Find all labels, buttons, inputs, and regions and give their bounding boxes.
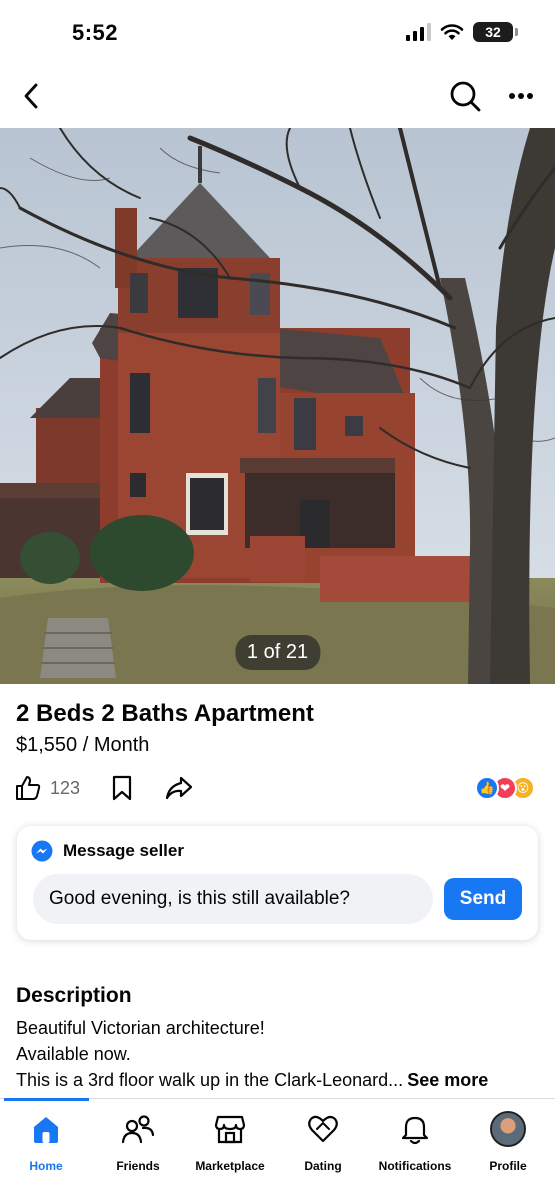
thumbs-up-icon [16,776,41,800]
tab-profile[interactable]: Profile [462,1111,554,1173]
like-count: 123 [50,777,81,798]
description-heading: Description [16,984,132,1007]
send-button[interactable]: Send [444,878,522,920]
chevron-left-icon [24,83,38,109]
marketplace-icon [214,1115,246,1144]
tab-dating[interactable]: Dating [277,1111,369,1173]
tab-home[interactable]: Home [0,1111,92,1173]
share-icon [165,776,193,800]
status-bar: 5:52 32 [0,0,555,64]
message-input[interactable] [33,874,433,924]
description-text: Beautiful Victorian architecture! Availa… [16,1015,546,1093]
avatar [490,1111,526,1147]
home-icon [34,1117,58,1143]
tab-label: Home [29,1159,63,1173]
description-line: Available now. [16,1044,131,1064]
description-line: Beautiful Victorian architecture! [16,1018,265,1038]
message-seller-card: Message seller Send [17,826,538,940]
description-line: This is a 3rd floor walk up in the Clark… [16,1067,546,1093]
cellular-signal-icon [406,23,431,41]
tab-notifications[interactable]: Notifications [369,1111,461,1173]
share-button[interactable] [164,774,194,807]
message-seller-header: Message seller [31,840,184,862]
bell-icon [401,1116,429,1145]
bottom-tab-bar: Home Friends Marketplace Dating Notifica… [0,1098,555,1200]
more-options-button[interactable] [501,76,541,116]
battery-level: 32 [485,24,501,40]
action-row: 123 👍 ❤ 😮 [14,772,541,808]
battery-icon: 32 [473,22,518,42]
top-nav [0,64,555,128]
active-tab-indicator [4,1098,89,1101]
victorian-house-photo [0,128,555,684]
like-button[interactable]: 123 [14,774,80,802]
tab-label: Notifications [378,1159,452,1173]
tab-label: Dating [304,1159,342,1173]
tab-label: Marketplace [195,1159,265,1173]
search-button[interactable] [445,76,485,116]
tab-marketplace[interactable]: Marketplace [184,1111,276,1173]
status-time: 5:52 [72,20,119,45]
friends-icon [121,1115,155,1144]
listing-title: 2 Beds 2 Baths Apartment [16,700,314,727]
description-line-text: This is a 3rd floor walk up in the Clark… [16,1070,404,1090]
more-horizontal-icon [509,93,533,99]
tab-friends[interactable]: Friends [92,1111,184,1173]
messenger-icon [31,840,53,862]
wifi-icon [440,24,464,40]
listing-photo[interactable]: 1 of 21 [0,128,555,684]
like-reaction-icon: 👍 [475,776,499,800]
dating-icon [308,1115,338,1143]
save-button[interactable] [110,774,134,807]
status-icons: 32 [406,22,518,42]
search-icon [450,81,481,112]
reaction-icons[interactable]: 👍 ❤ 😮 [475,776,535,800]
photo-counter: 1 of 21 [234,635,321,670]
listing-price: $1,550 / Month [16,734,150,756]
back-button[interactable] [12,76,52,116]
bookmark-icon [112,775,132,801]
see-more-link[interactable]: See more [407,1070,488,1090]
tab-label: Friends [116,1159,160,1173]
tab-label: Profile [489,1159,527,1173]
message-seller-title: Message seller [63,841,184,860]
